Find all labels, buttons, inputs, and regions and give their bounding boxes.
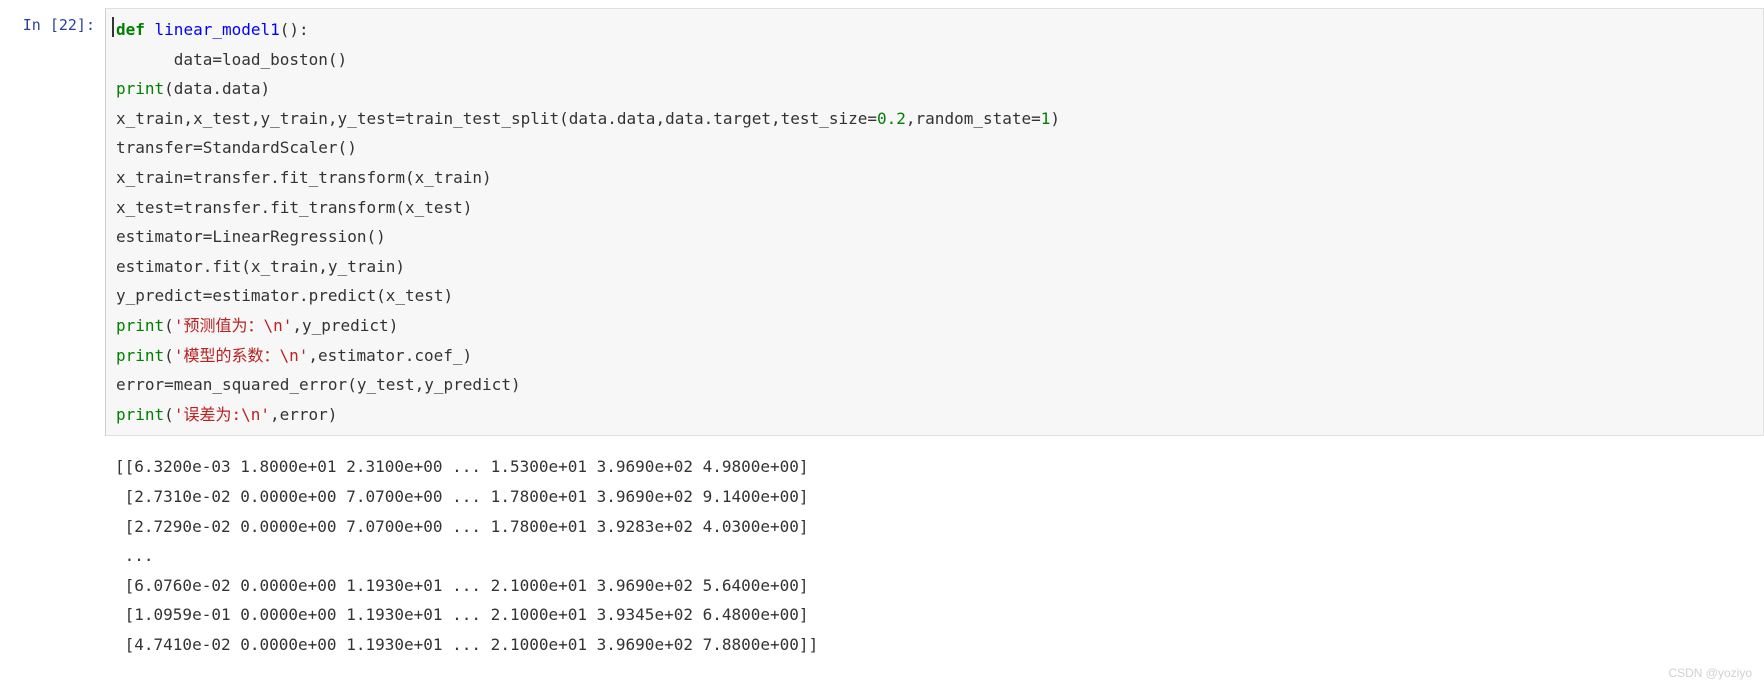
string-literal: '预测值为：\n' — [174, 316, 293, 335]
code-editor[interactable]: def linear_model1(): data=load_boston() … — [105, 8, 1764, 436]
code-line: x_train=transfer.fit_transform(x_train) — [116, 168, 492, 187]
number-literal: 0.2 — [877, 109, 906, 128]
builtin-print: print — [116, 316, 164, 335]
output-line: [2.7310e-02 0.0000e+00 7.0700e+00 ... 1.… — [115, 487, 809, 506]
output-line: [4.7410e-02 0.0000e+00 1.1930e+01 ... 2.… — [115, 635, 818, 654]
code-text: ,random_state= — [906, 109, 1041, 128]
prompt-label: In [22]: — [23, 16, 95, 34]
code-text: ,y_predict) — [292, 316, 398, 335]
code-text: (data.data) — [164, 79, 270, 98]
input-prompt: In [22]: — [0, 8, 105, 436]
code-line: transfer=StandardScaler() — [116, 138, 357, 157]
watermark: CSDN @yoziyo — [1668, 666, 1752, 680]
string-literal: '误差为:\n' — [174, 405, 270, 424]
code-text: ) — [1050, 109, 1060, 128]
builtin-print: print — [116, 79, 164, 98]
function-name: linear_model1 — [145, 20, 280, 39]
builtin-print: print — [116, 346, 164, 365]
keyword-def: def — [116, 20, 145, 39]
code-line: estimator=LinearRegression() — [116, 227, 386, 246]
code-line: estimator.fit(x_train,y_train) — [116, 257, 405, 276]
code-line: x_test=transfer.fit_transform(x_test) — [116, 198, 472, 217]
builtin-print: print — [116, 405, 164, 424]
code-line: y_predict=estimator.predict(x_test) — [116, 286, 453, 305]
code-line: error=mean_squared_error(y_test,y_predic… — [116, 375, 521, 394]
output-line: ... — [115, 546, 154, 565]
code-text: ,error) — [270, 405, 337, 424]
output-line: [1.0959e-01 0.0000e+00 1.1930e+01 ... 2.… — [115, 605, 809, 624]
code-text: ,estimator.coef_) — [308, 346, 472, 365]
string-literal: '模型的系数：\n' — [174, 346, 309, 365]
code-text: x_train,x_test,y_train,y_test=train_test… — [116, 109, 877, 128]
output-line: [2.7290e-02 0.0000e+00 7.0700e+00 ... 1.… — [115, 517, 809, 536]
number-literal: 1 — [1041, 109, 1051, 128]
output-line: [[6.3200e-03 1.8000e+01 2.3100e+00 ... 1… — [115, 457, 809, 476]
code-text: (): — [280, 20, 309, 39]
output-cell: [[6.3200e-03 1.8000e+01 2.3100e+00 ... 1… — [0, 446, 1764, 665]
output-line: [6.0760e-02 0.0000e+00 1.1930e+01 ... 2.… — [115, 576, 809, 595]
code-cell: In [22]: def linear_model1(): data=load_… — [0, 8, 1764, 436]
output-prompt-spacer — [0, 446, 105, 665]
cursor-icon — [112, 17, 114, 37]
output-text: [[6.3200e-03 1.8000e+01 2.3100e+00 ... 1… — [105, 446, 1764, 665]
code-line: data=load_boston() — [116, 50, 347, 69]
